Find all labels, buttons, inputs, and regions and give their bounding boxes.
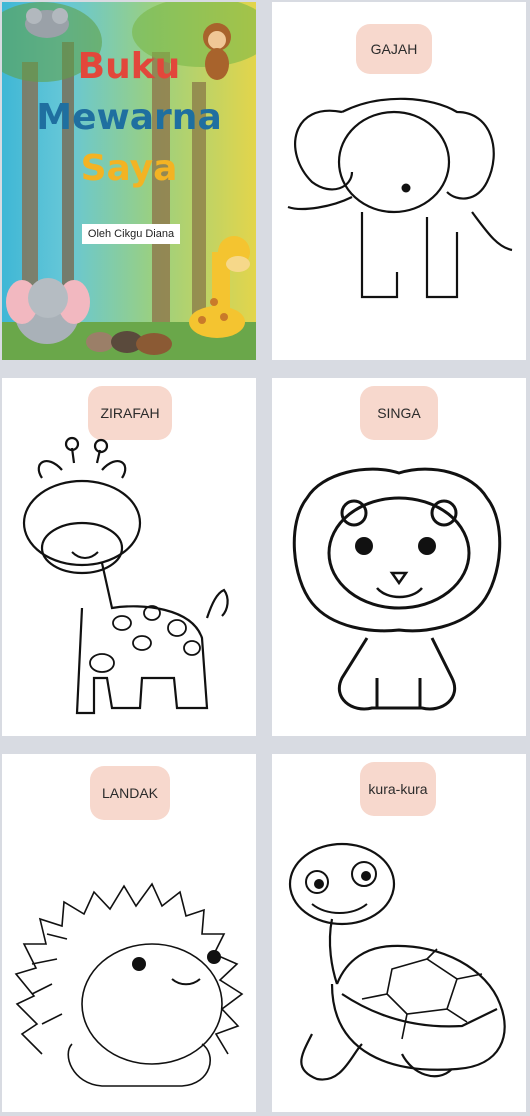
page-landak[interactable]: LANDAK — [2, 754, 256, 1112]
cover-title-line3: Saya — [80, 148, 178, 189]
turtle-outline — [288, 842, 506, 1081]
page-singa[interactable]: SINGA — [272, 378, 526, 736]
lion-outline — [292, 467, 502, 711]
page-gajah[interactable]: GAJAH — [272, 2, 526, 360]
cover-author: Oleh Cikgu Diana — [82, 224, 180, 244]
page-zirafah[interactable]: ZIRAFAH — [2, 378, 256, 736]
page-kura-kura[interactable]: kura-kura — [272, 754, 526, 1112]
cover-title-line1: Buku — [77, 46, 181, 87]
giraffe-outline — [22, 436, 229, 715]
cover-title-line2: Mewarna — [36, 97, 222, 138]
hedgehog-outline — [14, 882, 244, 1087]
elephant-outline — [287, 97, 513, 299]
cover-page[interactable]: Buku Mewarna Saya Oleh Cikgu Diana — [2, 2, 256, 360]
